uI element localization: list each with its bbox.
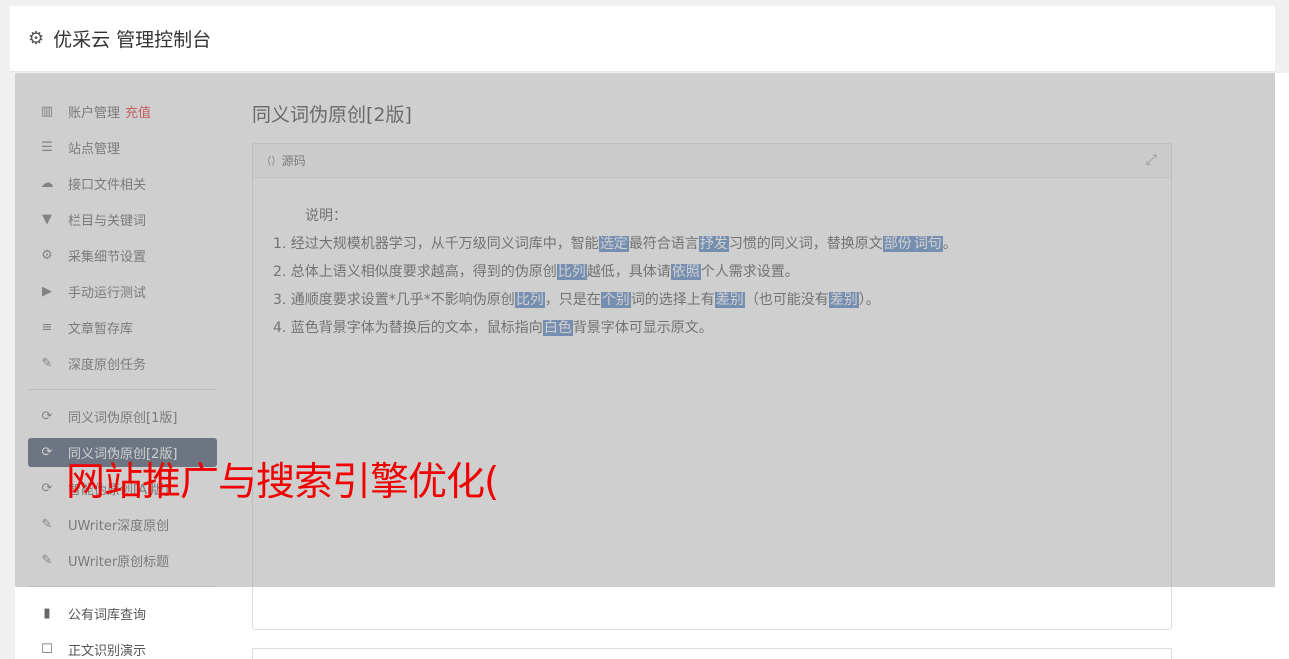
sidebar-item[interactable]: ⚙ 采集细节设置 — [28, 241, 217, 270]
instruction-heading: 说明： — [305, 208, 347, 224]
replaced-word[interactable]: 白色 — [542, 320, 573, 336]
replaced-word[interactable]: 词句 — [912, 236, 943, 252]
instruction-text: ，只是在 — [544, 292, 601, 308]
replaced-word[interactable]: 抒发 — [698, 236, 729, 252]
bar-chart-icon: ▥ — [40, 104, 54, 119]
sidebar-item-label: 采集细节设置 — [68, 250, 147, 265]
app-title: 优采云 管理控制台 — [53, 29, 212, 51]
edit-icon: ✎ — [41, 517, 53, 532]
refresh-icon: ⟳ — [41, 445, 53, 460]
replaced-word[interactable]: 差别 — [828, 292, 859, 308]
instruction-text: 越低，具体请 — [586, 264, 671, 280]
sidebar-item-label: 接口文件相关 — [68, 178, 147, 193]
replaced-word[interactable]: 依照 — [670, 264, 701, 280]
output-panel[interactable] — [252, 648, 1172, 659]
refresh-icon: ⟳ — [41, 409, 53, 424]
instruction-text: 背景字体可显示原文。 — [572, 320, 713, 336]
instruction-line: 4. 蓝色背景字体为替换后的文本，鼠标指向白色背景字体可显示原文。 — [273, 314, 1151, 342]
edit-icon: ✎ — [41, 553, 53, 568]
page-title: 同义词伪原创[2版] — [252, 104, 412, 126]
panel-header: ⟨⟩ 源码 ⤢ — [253, 144, 1171, 178]
instruction-text: （也可能没有 — [744, 292, 829, 308]
replaced-word[interactable]: 个别 — [600, 292, 631, 308]
nav-divider — [28, 586, 217, 587]
instruction-text: 。 — [942, 236, 957, 252]
refresh-icon: ⟳ — [41, 481, 53, 496]
instruction-line: 3. 通顺度要求设置*几乎*不影响伪原创比列，只是在个别词的选择上有差别（也可能… — [273, 286, 1151, 314]
replaced-word[interactable]: 比列 — [556, 264, 587, 280]
instruction-text: 个人需求设置。 — [700, 264, 799, 280]
instruction-text: ）。 — [858, 292, 880, 308]
content-shell: ▥ 账户管理 充值 ☰ 站点管理 ☁ 接口文件相关 ▼ 栏目与关键词 ⚙ 采集细节设置 ▶ 手动运行测试… — [15, 73, 1289, 659]
panel-header-label: 源码 — [281, 154, 306, 168]
sidebar-item[interactable]: ☁ 接口文件相关 — [28, 169, 217, 198]
cloud-upload-icon: ☁ — [40, 176, 54, 191]
sidebar-item-label: UWriter原创标题 — [68, 555, 170, 570]
instruction-text: 词的选择上有 — [630, 292, 715, 308]
sidebar-item-label: 文章暂存库 — [68, 322, 134, 337]
app-header: ⚙ 优采云 管理控制台 — [10, 6, 1275, 72]
sidebar-item-label: 栏目与关键词 — [68, 214, 147, 229]
server-icon: ☰ — [41, 140, 53, 155]
instruction-line: 1. 经过大规模机器学习，从千万级同义词库中，智能选定最符合语言抒发习惯的同义词… — [273, 230, 1151, 258]
sidebar-item-label: UWriter深度原创 — [68, 519, 170, 534]
sidebar-item-label: 站点管理 — [68, 142, 121, 157]
sidebar-item-label: 账户管理 — [68, 106, 121, 121]
sidebar-item-label: 正文识别演示 — [68, 644, 147, 659]
sidebar-item[interactable]: ▼ 栏目与关键词 — [28, 205, 217, 234]
instruction-text: 4. 蓝色背景字体为替换后的文本，鼠标指向 — [273, 320, 543, 336]
sidebar: ▥ 账户管理 充值 ☰ 站点管理 ☁ 接口文件相关 ▼ 栏目与关键词 ⚙ 采集细节设置 ▶ 手动运行测试… — [28, 97, 217, 659]
sidebar-item[interactable]: ≡ 文章暂存库 — [28, 313, 217, 342]
replaced-word[interactable]: 选定 — [598, 236, 629, 252]
sidebar-item-label: 深度原创任务 — [68, 358, 147, 373]
sidebar-item[interactable]: ▥ 账户管理 充值 — [28, 97, 217, 126]
sidebar-item[interactable]: ✎ UWriter深度原创 — [28, 510, 217, 539]
checkbox-icon: ☐ — [41, 642, 53, 657]
edit-icon: ✎ — [41, 356, 53, 371]
sidebar-item-label: 同义词伪原创[1版] — [68, 411, 178, 426]
replaced-word[interactable]: 部份 — [882, 236, 913, 252]
replaced-word[interactable]: 差别 — [714, 292, 745, 308]
sidebar-item[interactable]: ☰ 站点管理 — [28, 133, 217, 162]
replaced-word[interactable]: 比列 — [514, 292, 545, 308]
code-file-icon: ⟨⟩ — [267, 154, 276, 167]
sidebar-item[interactable]: ✎ 深度原创任务 — [28, 349, 217, 378]
main-content: 同义词伪原创[2版] ⟨⟩ 源码 ⤢ 说明： 1. 经过大规模机器学习，从千万级… — [252, 97, 1172, 630]
sidebar-item-label: 公有词库查询 — [68, 608, 147, 623]
recharge-link[interactable]: 充值 — [125, 102, 151, 121]
sidebar-item[interactable]: ☐ 正文识别演示 — [28, 635, 217, 659]
sidebar-item[interactable]: ⟳ 同义词伪原创[1版] — [28, 402, 217, 431]
filter-icon: ▼ — [42, 212, 52, 227]
editor-body[interactable]: 说明： 1. 经过大规模机器学习，从千万级同义词库中，智能选定最符合语言抒发习惯… — [253, 178, 1171, 366]
instruction-line: 2. 总体上语义相似度要求越高，得到的伪原创比列越低，具体请依照个人需求设置。 — [273, 258, 1151, 286]
sidebar-item[interactable]: ✎ UWriter原创标题 — [28, 546, 217, 575]
sidebar-item[interactable]: ▮ 公有词库查询 — [28, 599, 217, 628]
cogs-icon: ⚙ — [41, 248, 53, 263]
expand-icon[interactable]: ⤢ — [1146, 152, 1157, 168]
instruction-text: 习惯的同义词，替换原文 — [728, 236, 883, 252]
instruction-text: 2. 总体上语义相似度要求越高，得到的伪原创 — [273, 264, 557, 280]
instruction-text: 3. 通顺度要求设置*几乎*不影响伪原创 — [273, 292, 515, 308]
play-icon: ▶ — [42, 284, 52, 299]
book-icon: ▮ — [43, 606, 51, 621]
gear-icon: ⚙ — [28, 27, 45, 49]
database-icon: ≡ — [41, 320, 53, 335]
instruction-text: 最符合语言 — [628, 236, 699, 252]
instruction-text: 1. 经过大规模机器学习，从千万级同义词库中，智能 — [273, 236, 599, 252]
sidebar-item[interactable]: ▶ 手动运行测试 — [28, 277, 217, 306]
source-editor-panel[interactable]: ⟨⟩ 源码 ⤢ 说明： 1. 经过大规模机器学习，从千万级同义词库中，智能选定最… — [252, 143, 1172, 630]
nav-divider — [28, 389, 217, 390]
sidebar-item-label: 手动运行测试 — [68, 286, 147, 301]
watermark-text: 网站推广与搜索引擎优化( — [66, 460, 499, 505]
